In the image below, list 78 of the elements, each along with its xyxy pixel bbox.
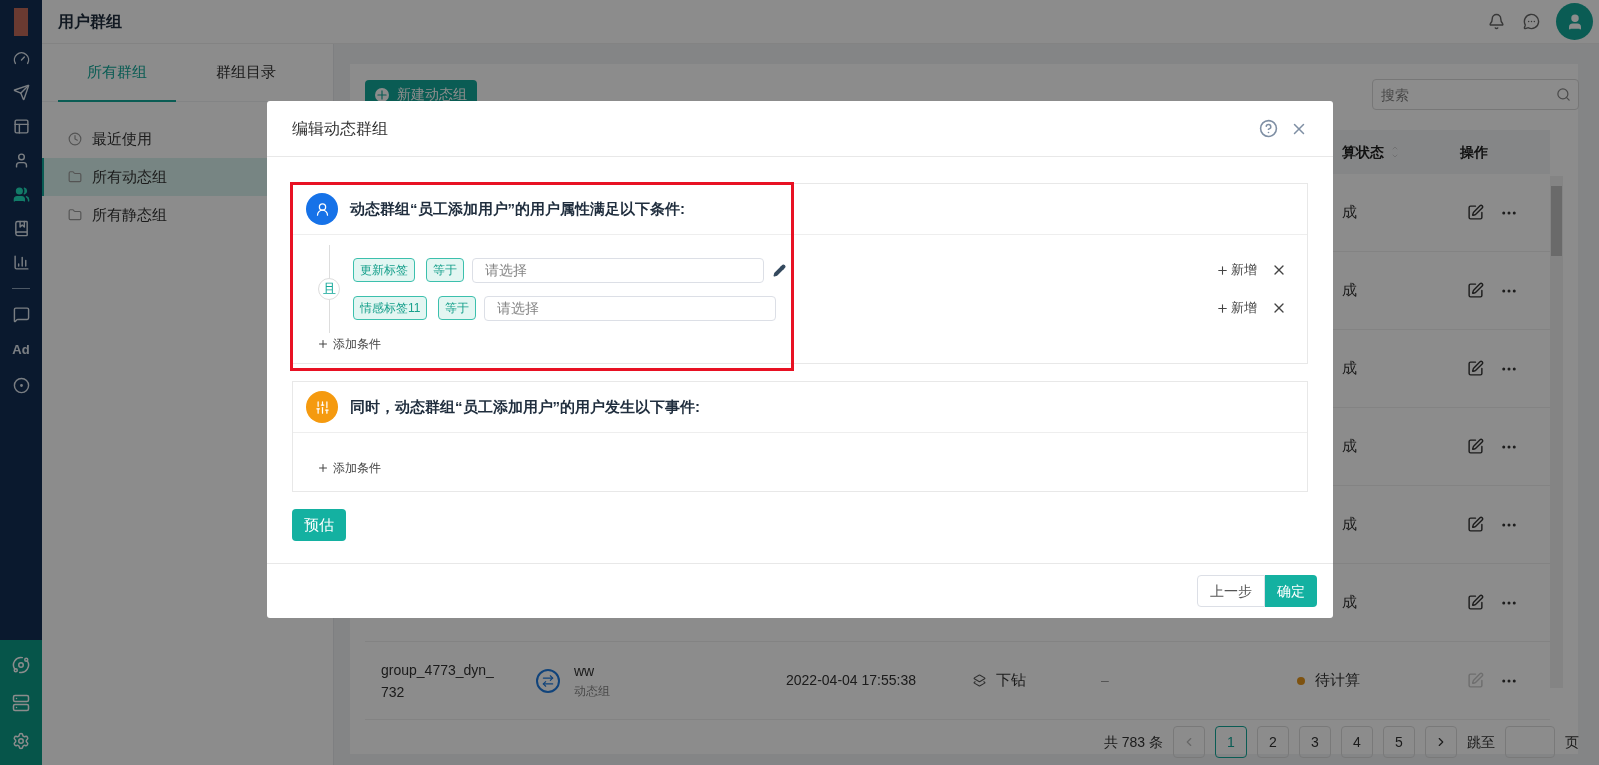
edit-icon[interactable] <box>1467 282 1484 299</box>
search-input[interactable]: 搜索 <box>1372 79 1579 110</box>
back-button[interactable]: 上一步 <box>1197 575 1265 607</box>
panel-tab[interactable]: 群组目录 <box>187 44 305 102</box>
pencil-icon[interactable] <box>773 263 786 277</box>
user-badge-icon <box>306 193 338 225</box>
column-header[interactable]: 算状态 <box>1342 141 1384 163</box>
add-condition-link[interactable]: 添加条件 <box>317 457 381 479</box>
page-button[interactable]: 4 <box>1341 726 1373 758</box>
field-tag[interactable]: 更新标签 <box>353 258 415 282</box>
page-button[interactable]: 5 <box>1383 726 1415 758</box>
dialog-title: 编辑动态群组 <box>292 118 388 139</box>
empty-value: – <box>1101 672 1109 688</box>
add-link[interactable]: 新增 <box>1216 298 1257 318</box>
edit-icon[interactable] <box>1467 438 1484 455</box>
created-time: 2022-04-04 17:55:38 <box>786 672 916 688</box>
group-type: 动态组 <box>574 683 610 700</box>
page-button[interactable]: 3 <box>1299 726 1331 758</box>
jump-label: 跳至 <box>1467 732 1495 752</box>
page-title: 用户群组 <box>58 11 122 32</box>
plus-icon <box>1216 263 1229 277</box>
section-title: 动态群组“员工添加用户”的用户属性满足以下条件: <box>350 198 685 219</box>
layers-icon <box>973 674 986 687</box>
side-list-item[interactable]: 所有静态组 <box>42 196 333 234</box>
settings-icon[interactable] <box>12 732 30 750</box>
chat-icon[interactable] <box>1523 13 1540 30</box>
edit-icon[interactable] <box>1467 594 1484 611</box>
edit-icon[interactable] <box>1467 516 1484 533</box>
paper-plane-icon[interactable] <box>12 84 30 101</box>
field-tag[interactable]: 情感标签11 <box>353 296 428 320</box>
value-select[interactable]: 请选择 <box>472 257 764 283</box>
group-id: group_4773_dyn_732 <box>381 660 495 702</box>
group-name: ww <box>574 662 596 681</box>
folder-icon <box>68 208 82 222</box>
layout-icon[interactable] <box>12 118 30 135</box>
status-text: 成 <box>1342 202 1357 223</box>
users-icon[interactable] <box>12 186 30 203</box>
edit-icon[interactable] <box>1467 360 1484 377</box>
status-text: 成 <box>1342 280 1357 301</box>
estimate-button[interactable]: 预估 <box>292 509 346 541</box>
status-text: 成 <box>1342 592 1357 613</box>
plus-icon <box>1216 301 1229 315</box>
search-icon <box>1556 87 1571 102</box>
status-text: 成 <box>1342 514 1357 535</box>
total-count: 共 783 条 <box>1103 732 1163 752</box>
add-condition-link[interactable]: 添加条件 <box>317 333 381 355</box>
scrollbar[interactable] <box>1550 176 1563 688</box>
edit-icon[interactable] <box>1467 204 1484 221</box>
status-text: 成 <box>1342 436 1357 457</box>
column-header: 操作 <box>1460 142 1488 162</box>
bar-chart-icon[interactable] <box>12 254 30 271</box>
plus-icon <box>317 338 329 350</box>
server-icon[interactable] <box>12 694 30 712</box>
sliders-badge-icon <box>306 391 338 423</box>
operator-tag[interactable]: 等于 <box>426 258 464 282</box>
clock-icon <box>68 132 82 146</box>
ad-label[interactable]: Ad <box>12 340 30 360</box>
plus-icon <box>317 462 329 474</box>
section-title: 同时，动态群组“员工添加用户”的用户发生以下事件: <box>350 396 700 417</box>
status-text: 成 <box>1342 358 1357 379</box>
target-icon[interactable] <box>12 376 30 394</box>
bookmark-icon[interactable] <box>12 220 30 237</box>
add-link[interactable]: 新增 <box>1216 260 1257 280</box>
connector-label[interactable]: 且 <box>318 278 340 300</box>
folder-icon <box>68 170 82 184</box>
mode-label: 下钻 <box>996 670 1026 691</box>
page-button[interactable]: 2 <box>1257 726 1289 758</box>
operator-tag[interactable]: 等于 <box>438 296 477 320</box>
help-icon[interactable] <box>1259 119 1278 138</box>
status-text: 待计算 <box>1315 670 1360 691</box>
confirm-button[interactable]: 确定 <box>1265 575 1317 607</box>
value-select[interactable]: 请选择 <box>484 295 777 321</box>
avatar[interactable] <box>1556 3 1593 40</box>
gauge-icon[interactable] <box>12 50 30 67</box>
orbit-icon[interactable] <box>12 656 30 674</box>
page-suffix: 页 <box>1565 732 1579 752</box>
logo-block <box>14 8 28 36</box>
bell-icon[interactable] <box>1488 13 1505 30</box>
